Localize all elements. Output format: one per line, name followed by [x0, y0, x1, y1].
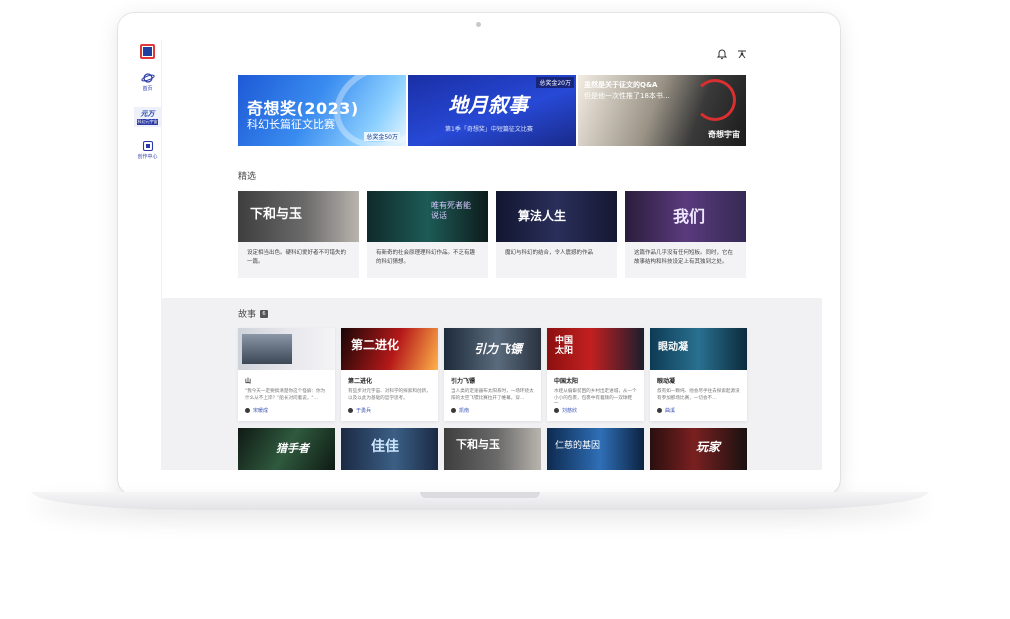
featured-card-image-title: 下和与玉 — [250, 207, 303, 222]
story-card[interactable]: 仁慈的基因 — [547, 428, 644, 470]
story-author[interactable]: 刘慈欣 — [547, 403, 644, 414]
featured-card[interactable]: 我们 这篇作品几乎没有任何短板。同时，它在故事结构和科技设定上有其独到之处。 — [625, 191, 746, 278]
banner-subtitle: 第1季「奇想奖」中短篇征文比赛 — [445, 126, 533, 133]
story-card[interactable]: 下和与玉 — [444, 428, 541, 470]
author-avatar — [245, 408, 250, 413]
story-card[interactable]: 第二进化 第二进化 有些步对元宇宙、对科学的探索和创新，以及以此为基础的哲学思考… — [341, 328, 438, 421]
story-cover-title: 第二进化 — [351, 338, 400, 352]
author-name: 凯南 — [459, 408, 470, 414]
story-desc: 水娃从偏僻贫困的乡村出走进城，从一个小小的包裹，包裹中有着颇的一双球鞋布… — [554, 389, 637, 401]
planet-icon — [140, 73, 155, 83]
featured-card-desc: 魔幻与科幻的结合，令人震撼的作品 — [505, 250, 594, 256]
banner-tag: 总奖金20万 — [536, 77, 574, 88]
story-card[interactable]: 佳佳 — [341, 428, 438, 470]
featured-card-desc: 设定相当出色。硬科幻爱好者不可错失的一篇。 — [247, 250, 347, 265]
sidebar-item-create[interactable]: 创作中心 — [134, 140, 161, 160]
banner-qixiang-award[interactable]: 奇想奖(2023) 科幻长篇征文比赛 总奖金50万 — [238, 75, 406, 146]
featured-card-image-title: 唯有死者能说话 — [431, 201, 471, 220]
story-cover-title: 下和与玉 — [456, 438, 500, 451]
story-card[interactable]: 猎手者 — [238, 428, 335, 470]
author-name: 于勇兵 — [356, 408, 372, 414]
banner-line1: 虽然是关于征文的Q&A — [584, 81, 658, 89]
banner-qa[interactable]: 虽然是关于征文的Q&A 但是他一次性推了18本书… 奇想宇宙 — [578, 75, 746, 146]
story-title: 眼动凝 — [657, 378, 676, 385]
story-card[interactable]: 眼动凝 眼动凝 叔有如一颗纯、他会尽手往去探索起源没有参加那场比赛，一切会不… … — [650, 328, 747, 421]
author-name: 宋暖成 — [253, 408, 269, 414]
featured-card-image-title: 算法人生 — [518, 209, 567, 223]
featured-card[interactable]: 下和与玉 设定相当出色。硬科幻爱好者不可错失的一篇。 — [238, 191, 359, 278]
story-cover-title: 玩家 — [696, 440, 721, 454]
featured-card[interactable]: 算法人生 魔幻与科幻的结合，令人震撼的作品 — [496, 191, 617, 278]
story-desc: 有些步对元宇宙、对科学的探索和创新，以及以此为基础的哲学思考。 — [348, 389, 431, 401]
story-cover-title: 眼动凝 — [658, 342, 688, 353]
story-desc: 当人类的定速器布太阳系时，一场环绕太阳的太空飞镖比赛拉开了帷幕。穿… — [451, 389, 534, 401]
camera-dot — [476, 22, 481, 27]
banner-title: 地月叙事 — [448, 93, 528, 117]
share-icon[interactable] — [736, 45, 748, 59]
stories-heading-label: 故事 — [238, 310, 257, 320]
story-desc: "我今天一定要搞清楚你这个怪癖：你为什么从不上岸？"船长对问着说，"… — [245, 389, 326, 401]
story-card[interactable]: 玩家 — [650, 428, 747, 470]
story-title: 山 — [245, 378, 252, 385]
featured-list: 下和与玉 设定相当出色。硬科幻爱好者不可错失的一篇。 唯有死者能说话 有新奇的社… — [238, 191, 746, 278]
yuanwan-logo-icon: 元万 — [140, 110, 155, 118]
story-title: 引力飞镖 — [451, 378, 476, 385]
story-cover-title: 引力飞镖 — [474, 342, 523, 356]
story-cover-title: 仁慈的基因 — [555, 441, 601, 451]
author-avatar — [554, 408, 559, 413]
story-grid: 山 "我今天一定要搞清楚你这个怪癖：你为什么从不上岸？"船长对问着说，"… 宋暖… — [238, 328, 747, 421]
featured-card[interactable]: 唯有死者能说话 有新奇的社会原理理科幻作品。不乏有趣的科幻猜想。 — [367, 191, 488, 278]
sidebar-item-sub: 科幻元宇宙 — [137, 119, 158, 125]
featured-card-desc: 有新奇的社会原理理科幻作品。不乏有趣的科幻猜想。 — [376, 250, 476, 265]
topbar-actions — [716, 45, 748, 60]
stories-count-badge: 6 — [260, 309, 269, 318]
story-cover-image — [242, 334, 292, 364]
sidebar-item-label: 创作中心 — [137, 154, 158, 160]
story-author[interactable]: 宋暖成 — [238, 403, 335, 414]
author-name: 曲溪 — [665, 408, 676, 414]
story-desc: 叔有如一颗纯、他会尽手往去探索起源没有参加那场比赛，一切会不… — [657, 389, 740, 401]
banner-line2: 但是他一次性推了18本书… — [584, 92, 670, 100]
banner-subtitle: 科幻长篇征文比赛 — [247, 118, 335, 131]
story-cover-title: 佳佳 — [371, 439, 399, 455]
sidebar-item-label: 首页 — [142, 86, 153, 92]
featured-card-image-title: 我们 — [673, 207, 706, 226]
laptop-notch — [420, 492, 540, 498]
featured-card-desc: 这篇作品几乎没有任何短板。同时，它在故事结构和科技设定上有其独到之处。 — [634, 250, 734, 265]
banner-carousel: 奇想奖(2023) 科幻长篇征文比赛 总奖金50万 地月叙事 第1季「奇想奖」中… — [238, 75, 746, 146]
sidebar: 首页 元万 科幻元宇宙 创作中心 — [134, 40, 162, 470]
banner-tag: 总奖金50万 — [364, 132, 400, 141]
author-avatar — [348, 408, 353, 413]
bell-icon[interactable] — [716, 45, 728, 60]
story-author[interactable]: 于勇兵 — [341, 403, 438, 414]
story-card[interactable]: 山 "我今天一定要搞清楚你这个怪癖：你为什么从不上岸？"船长对问着说，"… 宋暖… — [238, 328, 335, 421]
app-screen: 首页 元万 科幻元宇宙 创作中心 奇想奖(2023) 科幻长篇征文比赛 总奖金5… — [134, 40, 822, 470]
story-author[interactable]: 曲溪 — [650, 403, 747, 414]
story-card[interactable]: 引力飞镖 引力飞镖 当人类的定速器布太阳系时，一场环绕太阳的太空飞镖比赛拉开了帷… — [444, 328, 541, 421]
banner-brand: 奇想宇宙 — [708, 130, 740, 139]
story-cover-title: 猎手者 — [276, 442, 309, 455]
story-author[interactable]: 凯南 — [444, 403, 541, 414]
author-avatar — [451, 408, 456, 413]
story-card[interactable]: 中国太阳 中国太阳 水娃从偏僻贫困的乡村出走进城，从一个小小的包裹，包裹中有着颇… — [547, 328, 644, 421]
story-title: 第二进化 — [348, 378, 373, 385]
featured-heading: 精选 — [238, 172, 257, 182]
story-title: 中国太阳 — [554, 378, 579, 385]
create-icon — [142, 140, 153, 152]
stories-heading: 故事 6 — [238, 307, 269, 320]
author-name: 刘慈欣 — [562, 408, 578, 414]
sidebar-item-home[interactable]: 首页 — [134, 72, 161, 92]
story-grid-row2: 猎手者 佳佳 下和与玉 仁慈的基因 玩家 — [238, 428, 747, 470]
sidebar-item-yuanwan[interactable]: 元万 科幻元宇宙 — [134, 107, 161, 127]
author-avatar — [657, 408, 662, 413]
story-cover-title: 中国太阳 — [555, 336, 574, 356]
brand-logo[interactable] — [140, 44, 155, 59]
banner-earth-moon[interactable]: 地月叙事 第1季「奇想奖」中短篇征文比赛 总奖金20万 — [408, 75, 576, 146]
